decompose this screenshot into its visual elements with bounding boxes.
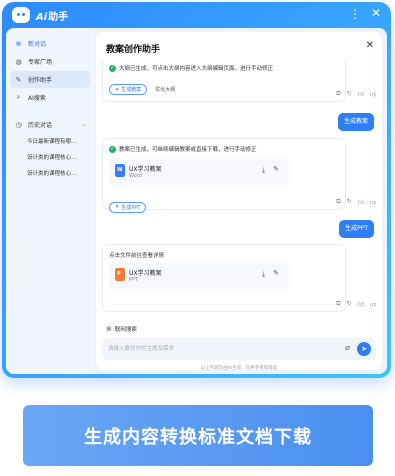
- refresh-icon[interactable]: ↻: [347, 198, 352, 206]
- message-text: 点击文件前往查看详情: [109, 253, 165, 259]
- title-bar: Ai助手 ⋮ ✕: [2, 2, 391, 28]
- thumbs-down-icon[interactable]: 👎︎: [370, 198, 376, 206]
- robot-logo-icon: [12, 7, 30, 23]
- chat-input-box: ⌀ ➤: [102, 338, 376, 360]
- send-button[interactable]: ➤: [357, 342, 371, 356]
- search-icon: ⌕: [16, 93, 21, 101]
- check-icon: ✓: [109, 145, 116, 153]
- sidebar-item-label: 专家广场: [28, 59, 53, 66]
- app-title-text: 助手: [48, 12, 69, 23]
- status-row: ✓ 教案已生成，可继续编辑教案或直接下载，进行手动修正: [109, 145, 257, 153]
- app-window: Ai助手 ⋮ ✕ ⊕ 新对话 ◍ 专家广场 ✎ 创作助手 ⌕ AI搜索 ◷ 历史…: [2, 2, 391, 378]
- status-row: ✓ 大纲已生成，可点击大纲内容进入大纲编辑页面，进行手动修正: [109, 64, 273, 72]
- sidebar-item-expert-square[interactable]: ◍ 专家广场: [10, 53, 90, 70]
- copy-icon[interactable]: ⧉: [336, 198, 340, 206]
- file-name: UX学习教案: [129, 166, 162, 173]
- file-type: PPT: [129, 277, 139, 283]
- file-name: UX学习教案: [129, 270, 162, 277]
- generate-ppt-button[interactable]: ✦ 生成PPT: [109, 201, 147, 213]
- edit-icon[interactable]: ✎: [273, 165, 279, 173]
- refresh-icon[interactable]: ↻: [347, 90, 352, 98]
- sidebar-history-header[interactable]: ◷ 历史对话 ⌄: [10, 116, 90, 133]
- thumbs-up-icon[interactable]: 👍︎: [358, 198, 364, 206]
- app-body: ⊕ 新对话 ◍ 专家广场 ✎ 创作助手 ⌕ AI搜索 ◷ 历史对话 ⌄ 今日最新…: [6, 28, 387, 374]
- assistant-message: ✓ 教案已生成，可继续编辑教案或直接下载，进行手动修正 UX学习教案 Word …: [102, 138, 346, 213]
- sparkle-icon: ✦: [115, 86, 120, 93]
- chevron-down-icon: ⌄: [80, 121, 86, 128]
- globe-icon: ⊕: [106, 325, 112, 333]
- history-label: 历史对话: [28, 122, 53, 129]
- history-item[interactable]: 设计类的课程核心...: [6, 166, 94, 182]
- close-icon[interactable]: ✕: [371, 6, 381, 20]
- sidebar-item-label: 新对话: [28, 41, 47, 48]
- thumbs-down-icon[interactable]: 👎︎: [370, 300, 376, 308]
- edit-icon[interactable]: ✎: [273, 269, 279, 277]
- file-type: Word: [129, 173, 142, 179]
- history-item[interactable]: 今日最新课程有哪...: [6, 134, 94, 150]
- word-file-icon: [115, 164, 125, 177]
- pen-sparkle-icon: ✎: [15, 75, 22, 84]
- download-icon[interactable]: ⤓: [262, 270, 265, 279]
- download-icon[interactable]: ⤓: [262, 166, 265, 175]
- message-actions: ⧉ ↻ 👍︎ 👎︎: [336, 90, 376, 98]
- close-icon[interactable]: ✕: [366, 40, 374, 51]
- sidebar-item-label: AI搜索: [28, 95, 46, 102]
- message-text: 大纲已生成，可点击大纲内容进入大纲编辑页面，进行手动修正: [119, 66, 274, 72]
- user-message: 生成PPT: [339, 220, 374, 238]
- pill-label: 生成PPT: [121, 204, 141, 211]
- app-title: Ai助手: [36, 8, 68, 23]
- thumbs-down-icon[interactable]: 👎︎: [370, 90, 376, 98]
- disclaimer: 以上内容均由AI生成，仅供参考和借鉴: [200, 366, 278, 371]
- web-search-label: 联网搜索: [114, 327, 137, 333]
- feature-banner: 生成内容转换标准文档下载: [23, 405, 373, 466]
- assistant-message: ✓ 大纲已生成，可点击大纲内容进入大纲编辑页面，进行手动修正 ✦ 生成教案 优化…: [102, 60, 346, 102]
- history-item[interactable]: 设计类的课程核心...: [6, 150, 94, 166]
- refresh-icon[interactable]: ↻: [347, 300, 352, 308]
- user-message: 生成教案: [337, 113, 374, 131]
- file-card-word[interactable]: UX学习教案 Word ⤓ ✎: [109, 159, 289, 185]
- sparkle-icon: ✦: [115, 204, 120, 210]
- sidebar-item-creation-assistant[interactable]: ✎ 创作助手: [10, 71, 90, 88]
- thumbs-up-icon[interactable]: 👍︎: [358, 300, 364, 308]
- paperclip-icon[interactable]: ⌀: [345, 343, 350, 352]
- ppt-file-icon: [115, 268, 125, 281]
- optimize-outline-link[interactable]: 优化大纲: [155, 86, 175, 93]
- file-card-ppt[interactable]: UX学习教案 PPT ⤓ ✎: [109, 263, 289, 289]
- app-logo-text: Ai: [36, 12, 48, 23]
- assistant-message: 点击文件前往查看详情 UX学习教案 PPT ⤓ ✎: [102, 244, 346, 312]
- chat-input[interactable]: [108, 342, 328, 356]
- check-icon: ✓: [109, 64, 116, 72]
- web-search-toggle[interactable]: ⊕ 联网搜索: [106, 325, 137, 333]
- sidebar-item-label: 创作助手: [28, 77, 53, 84]
- message-actions: ⧉ ↻ 👍︎ 👎︎: [336, 198, 376, 206]
- message-actions: ⧉ ↻ 👍︎ 👎︎: [336, 300, 376, 308]
- copy-icon[interactable]: ⧉: [336, 300, 340, 308]
- thumbs-up-icon[interactable]: 👍︎: [358, 90, 364, 98]
- page-title: 教案创作助手: [106, 45, 161, 55]
- banner-text: 生成内容转换标准文档下载: [84, 426, 312, 448]
- more-vertical-icon[interactable]: ⋮: [349, 7, 361, 21]
- sidebar-item-new-chat[interactable]: ⊕ 新对话: [10, 35, 90, 52]
- plus-circle-icon: ⊕: [15, 39, 22, 48]
- main-panel: 教案创作助手 ✕ ✓ 大纲已生成，可点击大纲内容进入大纲编辑页面，进行手动修正 …: [96, 32, 382, 371]
- copy-icon[interactable]: ⧉: [336, 90, 340, 98]
- sidebar-item-ai-search[interactable]: ⌕ AI搜索: [10, 89, 90, 106]
- pill-label: 生成教案: [121, 87, 142, 93]
- planet-icon: ◍: [15, 57, 22, 66]
- sidebar: ⊕ 新对话 ◍ 专家广场 ✎ 创作助手 ⌕ AI搜索 ◷ 历史对话 ⌄ 今日最新…: [6, 28, 94, 374]
- generate-lesson-button[interactable]: ✦ 生成教案: [109, 84, 148, 95]
- clock-icon: ◷: [15, 120, 22, 129]
- message-text: 教案已生成，可继续编辑教案或直接下载，进行手动修正: [119, 147, 257, 153]
